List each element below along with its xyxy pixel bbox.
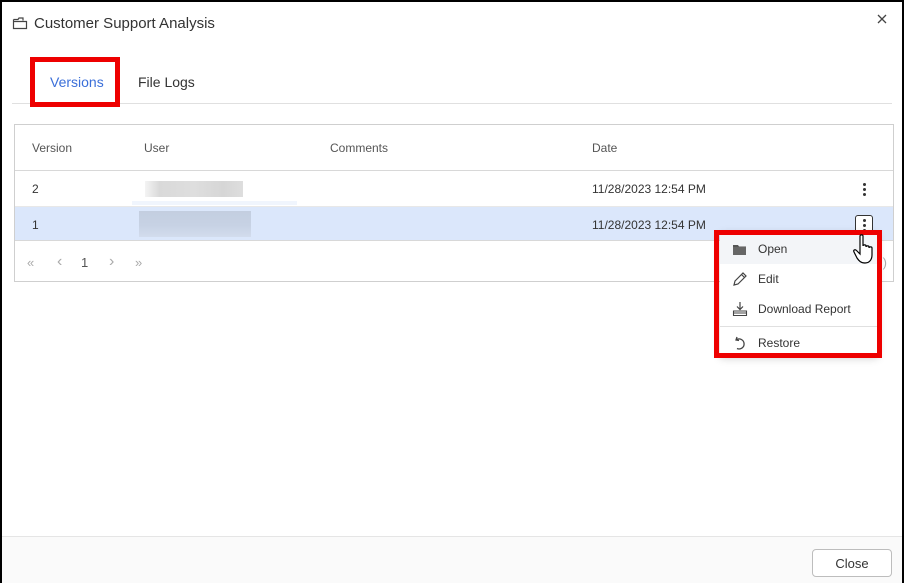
menu-item-restore[interactable]: Restore xyxy=(720,328,878,358)
next-page-icon[interactable]: › xyxy=(109,243,114,281)
grid-header: Version User Comments Date xyxy=(15,125,893,171)
prev-page-icon[interactable]: ‹ xyxy=(57,243,62,281)
dialog-footer: Close xyxy=(2,536,902,583)
close-icon[interactable] xyxy=(874,11,890,27)
column-header-user[interactable]: User xyxy=(144,125,169,171)
pager-info: ) xyxy=(882,254,887,270)
column-header-comments[interactable]: Comments xyxy=(330,125,388,171)
kebab-icon xyxy=(862,182,866,196)
menu-divider xyxy=(720,326,878,327)
folder-open-icon xyxy=(732,241,748,257)
close-button[interactable]: Close xyxy=(812,549,892,577)
dialog-title: Customer Support Analysis xyxy=(34,14,215,32)
row-context-menu: Open Edit Download Report Restore xyxy=(720,232,878,356)
version-cell: 1 xyxy=(32,217,39,232)
table-row[interactable]: 2 11/28/2023 12:54 PM xyxy=(15,171,893,206)
kebab-icon xyxy=(862,218,866,232)
redaction-artifact xyxy=(132,201,297,205)
date-cell: 11/28/2023 12:54 PM xyxy=(592,181,706,196)
tab-bar: Versions File Logs xyxy=(12,60,892,104)
download-icon xyxy=(732,301,748,317)
date-cell: 11/28/2023 12:54 PM xyxy=(592,217,706,232)
menu-item-edit[interactable]: Edit xyxy=(720,264,878,294)
page-number[interactable]: 1 xyxy=(81,243,88,281)
last-page-icon[interactable]: » xyxy=(135,243,142,281)
column-header-date[interactable]: Date xyxy=(592,125,617,171)
version-history-dialog: Customer Support Analysis Versions File … xyxy=(0,0,904,583)
menu-item-label: Open xyxy=(758,242,788,256)
menu-item-open[interactable]: Open xyxy=(720,234,878,264)
restore-icon xyxy=(732,335,748,351)
dialog-header: Customer Support Analysis xyxy=(12,12,215,34)
menu-item-download-report[interactable]: Download Report xyxy=(720,294,878,324)
pencil-icon xyxy=(732,271,748,287)
first-page-icon[interactable]: « xyxy=(27,243,34,281)
user-cell-redacted xyxy=(145,181,243,197)
tab-versions[interactable]: Versions xyxy=(50,60,104,104)
column-header-version[interactable]: Version xyxy=(32,125,72,171)
menu-item-label: Restore xyxy=(758,336,801,350)
tab-file-logs[interactable]: File Logs xyxy=(138,60,195,104)
menu-item-label: Download Report xyxy=(758,302,851,316)
user-cell-redacted xyxy=(139,211,251,237)
folder-icon xyxy=(12,16,28,30)
version-cell: 2 xyxy=(32,181,39,196)
menu-item-label: Edit xyxy=(758,272,779,286)
row-actions-button[interactable] xyxy=(855,179,873,199)
